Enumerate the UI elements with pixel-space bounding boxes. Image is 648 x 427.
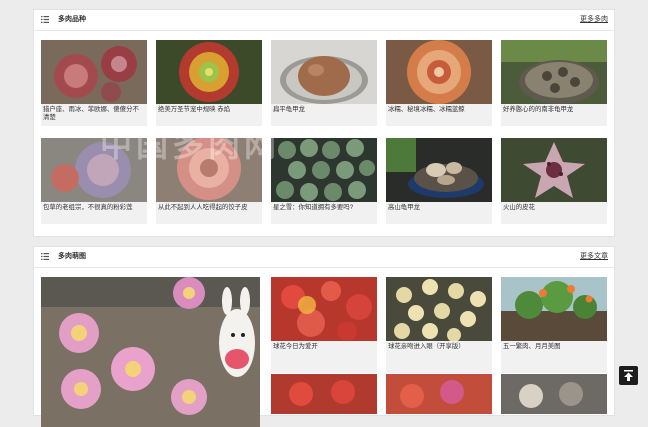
card-volcano-flower[interactable]: 火山的皮花 [501,138,607,224]
card-caption: 扁平龟甲龙 [273,106,305,113]
thumbnail [386,138,492,202]
section-title: 多肉萌图 [58,253,86,260]
varieties-panel: 多肉品种 更多多肉 猎户座、雨冰、菲欧娜、傻傻分不清楚 绝美万圣节宠中规映 赤焰… [33,9,615,237]
thumbnail [271,40,377,104]
card-caption: 星之雪：你知道拥有多要吗? [273,204,354,211]
thumbnail [156,40,262,104]
thumbnail [271,277,377,341]
thumbnail [386,277,492,341]
card-echeveria-red[interactable]: 猎户座、雨冰、菲欧娜、傻傻分不清楚 [41,40,147,126]
card-caption: 球花今日为爱开 [273,343,318,350]
card-south-african-tortoise[interactable]: 好养憨心的的南非龟甲龙 [501,40,607,126]
card-caption: 猎户座、雨冰、菲欧娜、傻傻分不清楚 [43,106,139,121]
panel-header: 多肉萌图 更多文章 [34,247,614,268]
thumbnail [501,40,607,104]
arrow-up-icon [624,370,633,381]
card-ball-flower-kiss[interactable]: 球花亲吻进入眼（开享版） [386,277,492,373]
card-halloween[interactable]: 绝美万圣节宠中规映 赤焰 [156,40,262,126]
card-caption: 包草的老组宗，不很真的粉彩莲 [43,204,133,211]
card-ice-glutinous[interactable]: 冰糯、秘境冰糯、冰糯蓝鲸 [386,40,492,126]
thumbnail [501,277,607,341]
more-succulents-link[interactable]: 更多多肉 [580,14,608,24]
card-caption: 五一繁肉、月月美图 [503,343,561,350]
card-caption: 高山龟甲龙 [388,204,420,211]
card-dumpling-skin[interactable]: 从此不起到人人吃得起的饺子皮 [156,138,262,224]
card-caption: 绝美万圣节宠中规映 赤焰 [158,106,231,113]
card-caption: 球花亲吻进入眼（开享版） [388,343,465,350]
thumbnail [271,138,377,202]
card-caption: 从此不起到人人吃得起的饺子皮 [158,204,248,211]
more-articles-link[interactable]: 更多文章 [580,251,608,261]
thumbnail [41,40,147,104]
card-caption: 火山的皮花 [503,204,535,211]
card-star-snow[interactable]: 星之雪：你知道拥有多要吗? [271,138,377,224]
card-caption: 好养憨心的的南非龟甲龙 [503,106,574,113]
section-title: 多肉品种 [58,16,86,23]
thumbnail [386,40,492,104]
card-ball-flower[interactable]: 球花今日为爱开 [271,277,377,373]
back-to-top-button[interactable] [619,366,638,385]
thumbnail [501,138,607,202]
cute-pics-panel: 多肉萌图 更多文章 球花今日为爱开 球花亲吻进入眼（开享版） 五一繁肉、月月美图 [33,246,615,427]
list-icon [41,16,49,23]
thumbnail [156,138,262,202]
card-partial[interactable] [386,374,492,414]
card-alpine-tortoise[interactable]: 高山龟甲龙 [386,138,492,224]
card-flat-tortoise[interactable]: 扁平龟甲龙 [271,40,377,126]
card-partial[interactable] [501,374,607,414]
card-partial[interactable] [271,374,377,414]
card-pink-lotus[interactable]: 包草的老组宗，不很真的粉彩莲 [41,138,147,224]
panel-header: 多肉品种 更多多肉 [34,10,614,31]
card-may-day[interactable]: 五一繁肉、月月美图 [501,277,607,373]
thumbnail [41,138,147,202]
list-icon [41,253,49,260]
card-caption: 冰糯、秘境冰糯、冰糯蓝鲸 [388,106,465,113]
